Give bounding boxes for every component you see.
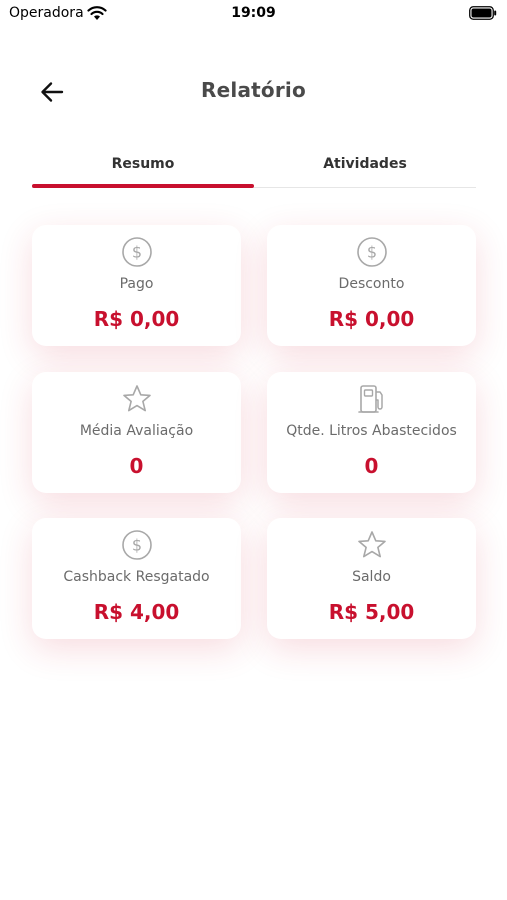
card-media-avaliacao[interactable]: Média Avaliação 0 <box>32 372 241 493</box>
card-litros-abastecidos[interactable]: Qtde. Litros Abastecidos 0 <box>267 372 476 493</box>
dollar-circle-icon: $ <box>356 237 387 267</box>
tab-resumo[interactable]: Resumo <box>32 146 254 188</box>
card-label: Pago <box>119 276 154 292</box>
page-title: Relatório <box>201 78 306 102</box>
svg-text:$: $ <box>131 243 141 262</box>
status-time: 19:09 <box>231 5 276 21</box>
card-value: R$ 5,00 <box>328 600 415 624</box>
card-label: Desconto <box>338 276 405 292</box>
card-label: Média Avaliação <box>79 423 194 439</box>
dollar-circle-icon: $ <box>121 237 152 267</box>
card-value: 0 <box>129 454 144 478</box>
card-value: 0 <box>364 454 379 478</box>
svg-text:$: $ <box>366 243 376 262</box>
card-pago[interactable]: $ Pago R$ 0,00 <box>32 225 241 346</box>
star-icon <box>122 385 151 412</box>
header: Relatório <box>0 70 507 114</box>
tab-bar: Resumo Atividades <box>32 146 476 188</box>
tab-atividades[interactable]: Atividades <box>254 146 476 187</box>
card-value: R$ 0,00 <box>93 307 180 331</box>
dollar-circle-icon: $ <box>121 530 152 560</box>
card-value: R$ 0,00 <box>328 307 415 331</box>
fuel-pump-icon <box>357 385 383 413</box>
status-bar: Operadora 19:09 <box>0 0 507 28</box>
battery-icon <box>469 6 497 20</box>
card-label: Saldo <box>352 569 391 585</box>
svg-text:$: $ <box>131 536 141 555</box>
card-desconto[interactable]: $ Desconto R$ 0,00 <box>267 225 476 346</box>
card-cashback-resgatado[interactable]: $ Cashback Resgatado R$ 4,00 <box>32 518 241 639</box>
star-icon <box>357 531 386 558</box>
card-label: Cashback Resgatado <box>63 569 210 585</box>
card-label: Qtde. Litros Abastecidos <box>286 423 457 439</box>
card-saldo[interactable]: Saldo R$ 5,00 <box>267 518 476 639</box>
report-screen: Operadora 19:09 Relatório Resumo Ativida… <box>0 0 507 900</box>
card-value: R$ 4,00 <box>93 600 180 624</box>
